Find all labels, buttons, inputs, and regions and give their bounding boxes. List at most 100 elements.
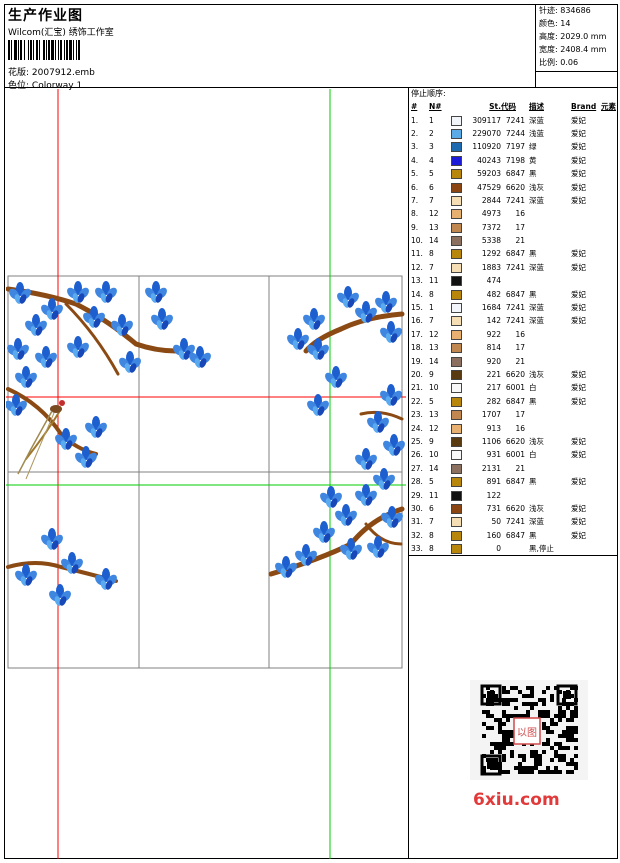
thread-code: 6847 [505, 169, 525, 179]
color-swatch [451, 154, 463, 167]
color-swatch-icon [451, 396, 462, 407]
color-swatch-icon [451, 222, 462, 233]
element-cell [601, 140, 617, 153]
needle-number: 7 [429, 316, 434, 326]
seq-index: 33. [411, 544, 423, 554]
element-cell [601, 341, 617, 354]
stitch-count-cell: 122 [486, 490, 501, 500]
stitch-count-cell: 160 [486, 530, 501, 540]
color-swatch [451, 127, 463, 140]
color-swatch-icon [451, 530, 462, 541]
qr-code: 以图 [470, 680, 588, 780]
color-swatch [451, 435, 463, 448]
needle-number: 7 [429, 517, 434, 527]
sequence-row: 29. 11 122 [409, 488, 617, 501]
stitch-count-cell: 110920 [472, 142, 501, 152]
needle-number: 1 [429, 303, 434, 313]
thread-code: 17 [515, 410, 525, 420]
color-swatch [451, 274, 463, 287]
needle-number: 5 [429, 396, 434, 406]
col-desc: 描述 [529, 102, 544, 112]
color-swatch-icon [451, 410, 462, 421]
color-swatch [451, 180, 463, 193]
thread-code: 7241 [505, 262, 525, 272]
thread-brand [571, 328, 601, 341]
sequence-row: 17. 12 922 16 [409, 328, 617, 341]
thread-description: 浅灰 [529, 436, 544, 446]
seq-index: 12. [411, 262, 423, 272]
design-height: 高度: 2029.0 mm [539, 32, 607, 41]
thread-code: 7241 [505, 517, 525, 527]
element-cell [601, 194, 617, 207]
stitch-count-cell: 7372 [481, 222, 501, 232]
needle-number: 14 [429, 356, 439, 366]
color-swatch-icon [451, 370, 462, 380]
seq-index: 14. [411, 289, 423, 299]
needle-number: 7 [429, 195, 434, 205]
thread-code: 6847 [505, 249, 525, 259]
stitch-count-cell: 217 [486, 383, 501, 393]
color-swatch-icon [451, 262, 462, 273]
thread-description: 浅灰 [529, 182, 544, 192]
stitch-count-cell: 913 [486, 423, 501, 433]
col-brand: Brand [571, 102, 597, 112]
color-swatch-icon [451, 169, 462, 180]
color-swatch [451, 475, 463, 488]
stitch-count-cell: 482 [486, 289, 501, 299]
col-needle: N# [429, 102, 442, 112]
seq-index: 1. [411, 115, 419, 125]
thread-description: 深蓝 [529, 316, 544, 326]
color-swatch-icon [451, 128, 462, 139]
thread-description: 深蓝 [529, 303, 544, 313]
thread-brand: 爱妃 [571, 182, 586, 192]
thread-description [525, 328, 571, 341]
element-cell [601, 247, 617, 260]
thread-description [525, 354, 571, 367]
thread-description: 深蓝 [529, 115, 544, 125]
color-swatch-icon [451, 289, 462, 300]
design-scale: 比例: 0.06 [539, 58, 579, 67]
sequence-row: 31. 7 50 7241 深蓝 爱妃 [409, 515, 617, 528]
element-cell [601, 435, 617, 448]
needle-number: 6 [429, 182, 434, 192]
thread-description [525, 207, 571, 220]
needle-number: 8 [429, 544, 434, 554]
thread-code: 17 [515, 343, 525, 353]
seq-index: 29. [411, 490, 423, 500]
thread-description: 深蓝 [529, 262, 544, 272]
thread-code [501, 488, 525, 501]
seq-index: 25. [411, 436, 423, 446]
thread-brand [571, 234, 601, 247]
col-element: 元素 [601, 102, 616, 112]
thread-brand: 爱妃 [571, 370, 586, 379]
thread-brand: 爱妃 [571, 450, 586, 460]
sequence-row: 7. 7 2844 7241 深蓝 爱妃 [409, 194, 617, 207]
needle-number: 1 [429, 115, 434, 125]
flower-art [3, 281, 407, 607]
svg-text:以图: 以图 [517, 727, 537, 739]
sequence-table: # N# St. 代码 描述 Brand 元素 1. 1 309117 7241 深蓝爱… [409, 100, 617, 555]
seq-index: 4. [411, 155, 419, 165]
sequence-row: 12. 7 1883 7241 深蓝 爱妃 [409, 261, 617, 274]
color-swatch [451, 408, 463, 421]
color-swatch [451, 515, 463, 528]
thread-description: 黑 [529, 289, 537, 299]
thread-brand: 爱妃 [571, 169, 586, 179]
thread-description: 黑 [529, 396, 537, 406]
sequence-row: 24. 12 913 16 [409, 421, 617, 434]
seq-index: 18. [411, 343, 423, 353]
element-cell [601, 462, 617, 475]
sequence-row: 8. 12 4973 16 [409, 207, 617, 220]
element-cell [601, 167, 617, 180]
thread-code: 6001 [505, 450, 525, 460]
color-swatch [451, 287, 463, 300]
needle-number: 10 [429, 450, 439, 460]
thread-brand: 爱妃 [571, 195, 586, 205]
needle-number: 14 [429, 463, 439, 473]
thread-brand [571, 274, 601, 287]
needle-number: 5 [429, 477, 434, 487]
hoop-grid [7, 275, 403, 669]
color-swatch [451, 395, 463, 408]
color-swatch [451, 207, 463, 220]
element-cell [601, 154, 617, 167]
